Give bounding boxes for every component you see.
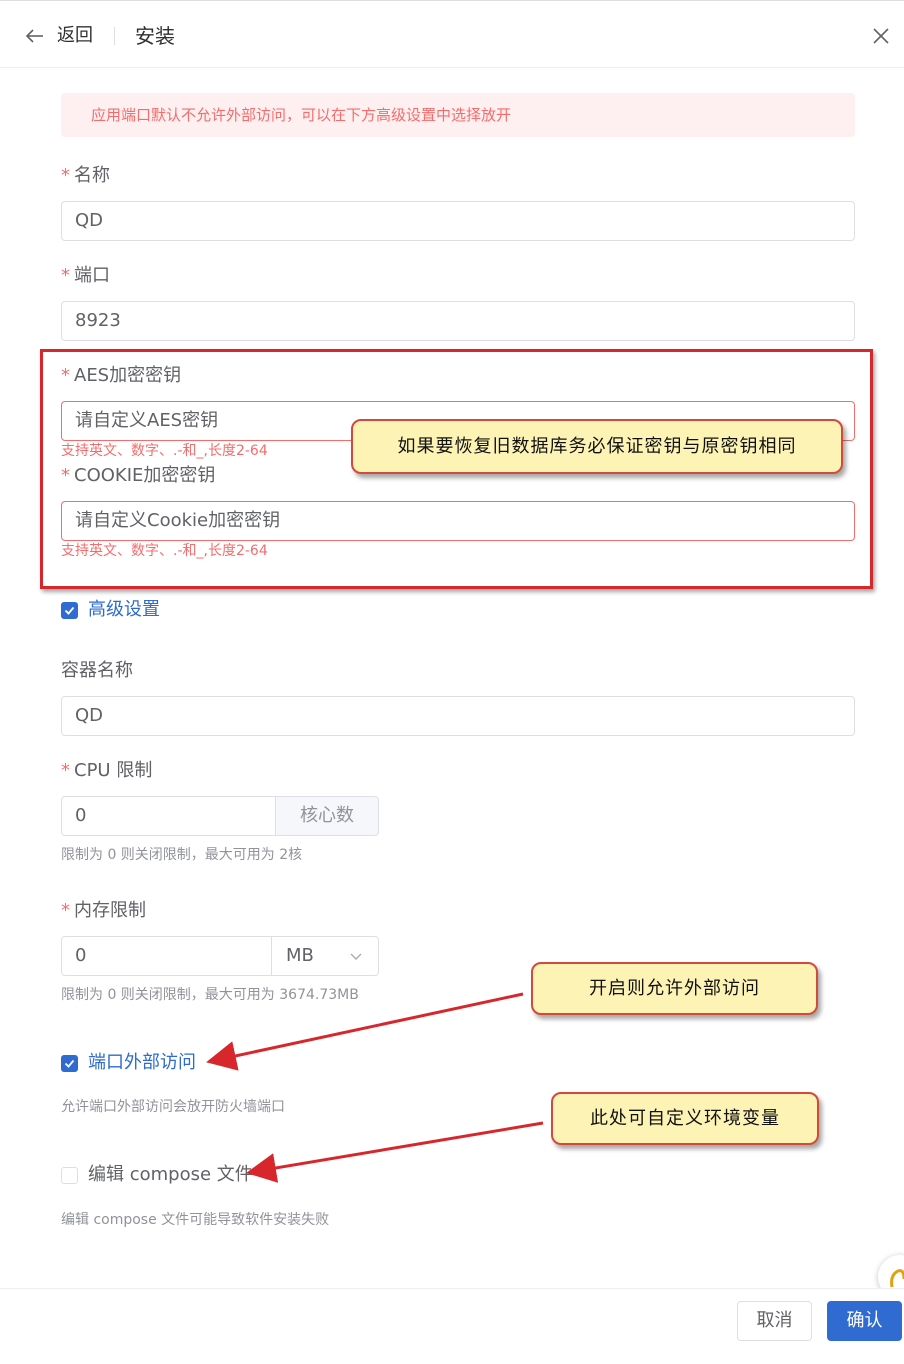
cancel-button[interactable]: 取消 [737,1301,812,1341]
annotation-arrows [206,992,544,1183]
arrow-to-port-external [206,992,524,1071]
arrow-to-edit-compose [246,1121,544,1183]
confirm-button[interactable]: 确认 [827,1301,902,1341]
